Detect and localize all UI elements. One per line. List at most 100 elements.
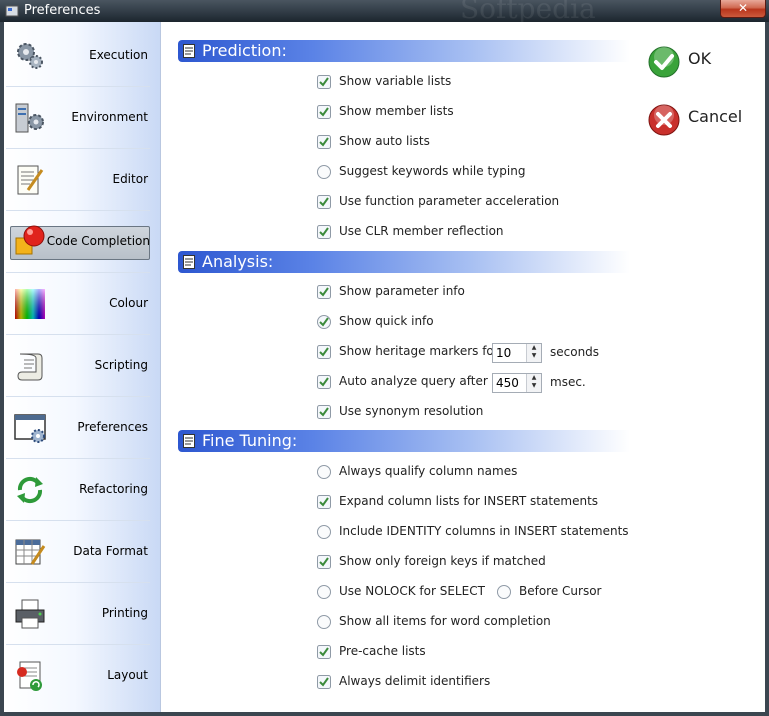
sidebar-item-label: Preferences <box>77 420 148 434</box>
green-check-icon <box>648 46 680 78</box>
arrow-up-icon[interactable]: ▲ <box>527 344 541 352</box>
auto-analyze-msec-stepper[interactable]: 450 ▲ ▼ <box>492 373 542 393</box>
window-title: Preferences <box>24 3 101 18</box>
section-header-analysis: Analysis: <box>178 251 630 273</box>
sidebar-item-label: Code Completion <box>46 234 150 248</box>
heritage-seconds-stepper[interactable]: 10 ▲ ▼ <box>492 343 542 363</box>
sidebar-item-colour[interactable]: Colour <box>6 274 150 335</box>
option-label: Before Cursor <box>519 584 602 598</box>
checkbox-checked[interactable] <box>317 105 331 119</box>
checkbox-checked[interactable] <box>317 285 331 299</box>
refresh-arrows-icon <box>17 476 43 504</box>
checkbox-checked[interactable] <box>317 495 331 509</box>
option-label: Use synonym resolution <box>339 404 484 418</box>
sidebar-item-label: Layout <box>107 668 148 682</box>
checkbox-checked[interactable] <box>317 405 331 419</box>
gears-icon <box>17 43 43 69</box>
computer-gears-icon <box>15 103 44 133</box>
option-label: Pre-cache lists <box>339 644 426 658</box>
option-label: Show member lists <box>339 104 454 118</box>
close-button[interactable]: ✕ <box>720 0 766 18</box>
section-title: Prediction: <box>202 41 287 60</box>
sidebar-item-label: Printing <box>101 606 148 620</box>
sidebar-item-printing[interactable]: Printing <box>6 584 150 645</box>
window-gear-icon <box>14 414 46 443</box>
option-label: Use CLR member reflection <box>339 224 504 238</box>
option-label: Show quick info <box>339 314 434 328</box>
radio-unchecked[interactable] <box>317 585 331 599</box>
checkbox-checked[interactable] <box>317 645 331 659</box>
sidebar-item-scripting[interactable]: Scripting <box>6 336 150 397</box>
section-title: Analysis: <box>202 252 274 271</box>
sidebar-item-layout[interactable]: Layout <box>6 646 150 706</box>
scroll-icon <box>17 353 43 381</box>
cancel-button[interactable]: Cancel <box>648 104 758 136</box>
checkbox-checked[interactable] <box>317 555 331 569</box>
notepad-pencil-icon <box>17 165 44 195</box>
sidebar-item-data-format[interactable]: Data Format <box>6 522 150 583</box>
radio-unchecked[interactable] <box>317 615 331 629</box>
sidebar-item-refactoring[interactable]: Refactoring <box>6 460 150 521</box>
sidebar-item-editor[interactable]: Editor <box>6 150 150 211</box>
arrow-down-icon[interactable]: ▼ <box>527 352 541 360</box>
cubes-icon <box>15 225 45 255</box>
document-icon <box>183 255 195 269</box>
option-label: Auto analyze query after <box>339 374 488 388</box>
sidebar-item-preferences[interactable]: Preferences <box>6 398 150 459</box>
arrow-down-icon[interactable]: ▼ <box>527 382 541 390</box>
stepper-value[interactable]: 450 <box>496 376 519 390</box>
section-header-prediction: Prediction: <box>178 40 630 62</box>
option-label: Show heritage markers for <box>339 344 499 358</box>
sidebar-item-label: Data Format <box>73 544 148 558</box>
section-title: Fine Tuning: <box>202 431 298 450</box>
title-bar[interactable]: Preferences Softpedia ✕ <box>0 0 769 25</box>
category-sidebar: Execution Environment Editor Code Comple… <box>4 22 161 712</box>
option-label: Use function parameter acceleration <box>339 194 560 208</box>
cancel-label: Cancel <box>688 107 743 126</box>
checkbox-checked[interactable] <box>317 375 331 389</box>
document-icon <box>183 44 195 58</box>
sidebar-item-code-completion[interactable]: Code Completion <box>6 212 150 273</box>
ok-button[interactable]: OK <box>648 46 748 78</box>
close-icon: ✕ <box>737 1 749 15</box>
unit-label: msec. <box>550 375 586 389</box>
sidebar-item-label: Environment <box>71 110 148 124</box>
option-label: Show parameter info <box>339 284 465 298</box>
option-label: Show auto lists <box>339 134 430 148</box>
checkbox-checked[interactable] <box>317 315 331 329</box>
checkbox-checked[interactable] <box>317 135 331 149</box>
sidebar-item-label: Execution <box>89 48 148 62</box>
arrow-up-icon[interactable]: ▲ <box>527 374 541 382</box>
radio-unchecked[interactable] <box>317 465 331 479</box>
ok-label: OK <box>688 49 712 68</box>
checkbox-checked[interactable] <box>317 345 331 359</box>
sidebar-item-execution[interactable]: Execution <box>6 26 150 87</box>
radio-unchecked[interactable] <box>497 585 511 599</box>
color-spectrum-icon <box>15 289 45 319</box>
option-label: Use NOLOCK for SELECT <box>339 584 485 598</box>
stepper-value[interactable]: 10 <box>496 346 511 360</box>
sidebar-item-label: Refactoring <box>79 482 148 496</box>
red-x-icon <box>648 104 680 136</box>
checkbox-checked[interactable] <box>317 675 331 689</box>
option-label: Always qualify column names <box>339 464 518 478</box>
option-label: Suggest keywords while typing <box>339 164 526 178</box>
option-label: Expand column lists for INSERT statement… <box>339 494 599 508</box>
option-label: Show only foreign keys if matched <box>339 554 546 568</box>
sidebar-item-label: Scripting <box>94 358 148 372</box>
option-label: Show variable lists <box>339 74 452 88</box>
checkbox-checked[interactable] <box>317 75 331 89</box>
checkbox-checked[interactable] <box>317 195 331 209</box>
app-icon <box>5 5 19 17</box>
checkbox-checked[interactable] <box>317 225 331 239</box>
document-icon <box>183 434 195 448</box>
grid-pencil-icon <box>15 539 46 565</box>
radio-unchecked[interactable] <box>317 525 331 539</box>
preferences-window: Preferences Softpedia ✕ Execution Enviro… <box>0 0 769 716</box>
sidebar-item-environment[interactable]: Environment <box>6 88 150 149</box>
document-layout-icon <box>17 661 42 691</box>
option-label: Show all items for word completion <box>339 614 551 628</box>
stepper-arrows[interactable]: ▲ ▼ <box>526 374 541 392</box>
stepper-arrows[interactable]: ▲ ▼ <box>526 344 541 362</box>
radio-unchecked[interactable] <box>317 165 331 179</box>
